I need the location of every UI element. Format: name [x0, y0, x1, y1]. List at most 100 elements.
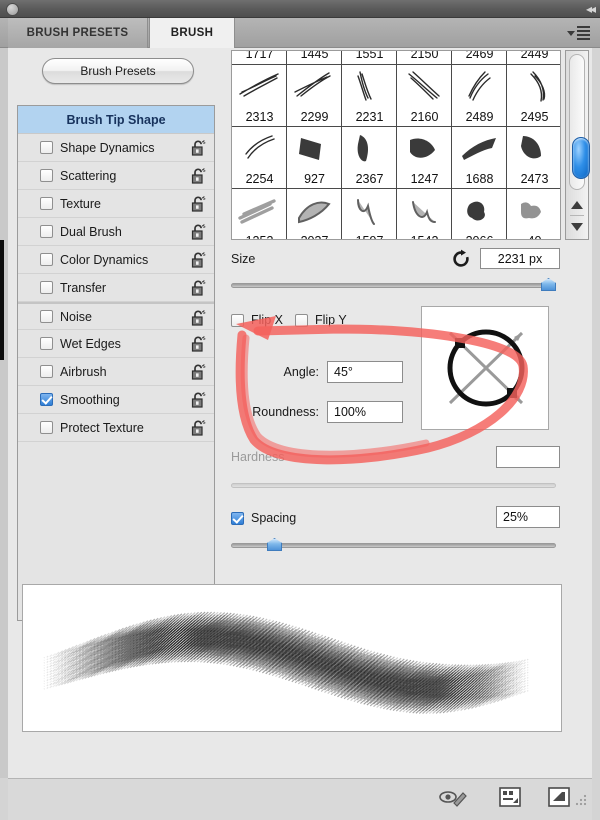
lock-open-icon[interactable] [191, 140, 206, 156]
brush-tip-cell[interactable]: 2469 [452, 51, 507, 65]
lock-open-icon[interactable] [191, 168, 206, 184]
left-panel-edge [0, 18, 8, 778]
scrollbar-thumb[interactable] [572, 137, 590, 179]
brush-tip-cell[interactable]: 1445 [287, 51, 342, 65]
brush-tip-grid[interactable]: 1717 1445 1551 2150 2469 2449 2313 2299 2231 2160… [231, 50, 561, 240]
window-grip-dot [6, 3, 19, 16]
tab-brush-presets[interactable]: BRUSH PRESETS [8, 18, 148, 48]
sidebar-item-transfer[interactable]: Transfer [18, 274, 214, 302]
brush-tip-number: 2495 [520, 110, 549, 124]
sidebar-item-wet-edges[interactable]: Wet Edges [18, 330, 214, 358]
lock-open-icon[interactable] [191, 252, 206, 268]
scroll-down-icon[interactable] [570, 216, 584, 238]
wet-edges-checkbox[interactable] [40, 337, 53, 350]
resize-grip-icon[interactable] [574, 793, 588, 807]
protect-texture-checkbox[interactable] [40, 421, 53, 434]
eye-brush-icon[interactable] [438, 787, 468, 814]
brush-tip-cell[interactable]: 2367 [342, 127, 397, 189]
brush-tip-cell[interactable]: 2449 [507, 51, 560, 65]
airbrush-checkbox[interactable] [40, 365, 53, 378]
dual-brush-checkbox[interactable] [40, 225, 53, 238]
roundness-field[interactable]: 100% [327, 401, 403, 423]
sidebar-item-brush-tip-shape[interactable]: Brush Tip Shape [18, 106, 214, 134]
texture-checkbox[interactable] [40, 197, 53, 210]
brush-tip-cell[interactable]: 2066 [452, 189, 507, 239]
color-dynamics-checkbox[interactable] [40, 253, 53, 266]
lock-open-icon[interactable] [191, 336, 206, 352]
lock-open-icon[interactable] [191, 196, 206, 212]
scattering-checkbox[interactable] [40, 169, 53, 182]
brush-tip-cell[interactable]: 1717 [232, 51, 287, 65]
flip-y-checkbox[interactable]: Flip Y [294, 313, 347, 327]
brush-tip-cell[interactable]: 2299 [287, 65, 342, 127]
brush-tip-cell[interactable]: 1597 [342, 189, 397, 239]
brush-tip-cell[interactable]: 2473 [507, 127, 560, 189]
brush-tip-cell[interactable]: 2313 [232, 65, 287, 127]
new-brush-icon[interactable] [548, 787, 570, 812]
brush-grid-scrollbar[interactable] [565, 50, 590, 240]
spacing-label: Spacing [251, 511, 297, 525]
lock-open-icon[interactable] [191, 224, 206, 240]
noise-checkbox[interactable] [40, 310, 53, 323]
tab-brush[interactable]: BRUSH [149, 18, 235, 48]
size-slider-track[interactable] [231, 283, 556, 288]
roundness-value: 100% [334, 405, 366, 419]
brush-tip-thumbnail [342, 130, 396, 166]
brush-tip-cell[interactable]: 1247 [397, 127, 452, 189]
transfer-checkbox[interactable] [40, 281, 53, 294]
spacing-slider[interactable] [231, 538, 556, 552]
smoothing-checkbox[interactable] [40, 393, 53, 406]
spacing-slider-thumb[interactable] [267, 538, 282, 551]
size-slider[interactable] [231, 278, 556, 292]
brush-tip-cell[interactable]: 2495 [507, 65, 560, 127]
sidebar-item-protect-texture[interactable]: Protect Texture [18, 414, 214, 442]
flip-x-checkbox[interactable]: Flip X [231, 313, 283, 327]
flip-x-checkbox-box[interactable] [231, 313, 244, 327]
size-slider-thumb[interactable] [541, 278, 556, 291]
angle-label: Angle: [283, 365, 319, 379]
sidebar-item-smoothing[interactable]: Smoothing [18, 386, 214, 414]
brush-tip-cell[interactable]: 2231 [342, 65, 397, 127]
reset-icon[interactable] [451, 249, 471, 269]
lock-open-icon[interactable] [191, 310, 206, 326]
brush-tip-cell[interactable]: 1551 [342, 51, 397, 65]
brush-tip-number: 2150 [410, 51, 439, 61]
sidebar-item-noise[interactable]: Noise [18, 302, 214, 330]
angle-preview[interactable] [421, 306, 549, 430]
lock-open-icon[interactable] [191, 364, 206, 380]
sidebar-item-dual-brush[interactable]: Dual Brush [18, 218, 214, 246]
angle-field[interactable]: 45° [327, 361, 403, 383]
brush-tip-cell[interactable]: 1253 [232, 189, 287, 239]
flip-y-checkbox-box[interactable] [294, 313, 308, 327]
brush-presets-button[interactable]: Brush Presets [42, 58, 194, 84]
lock-open-icon[interactable] [191, 420, 206, 436]
brush-preset-panel-icon[interactable] [499, 787, 521, 812]
lock-open-icon[interactable] [191, 280, 206, 296]
brush-tip-cell[interactable]: 1688 [452, 127, 507, 189]
brush-tip-cell[interactable]: 2160 [397, 65, 452, 127]
sidebar-item-shape-dynamics[interactable]: Shape Dynamics [18, 134, 214, 162]
sidebar-item-color-dynamics[interactable]: Color Dynamics [18, 246, 214, 274]
brush-tip-cell[interactable]: 2037 [287, 189, 342, 239]
brush-tip-cell[interactable]: 1542 [397, 189, 452, 239]
collapse-panels-icon[interactable]: ◂◂ [570, 2, 596, 16]
brush-tip-number: 2160 [410, 110, 439, 124]
lock-open-icon[interactable] [191, 392, 206, 408]
shape-dynamics-checkbox[interactable] [40, 141, 53, 154]
size-field[interactable]: 2231 px [480, 248, 560, 269]
brush-tip-cell[interactable]: 927 [287, 127, 342, 189]
sidebar-item-scattering[interactable]: Scattering [18, 162, 214, 190]
brush-tip-cell[interactable]: 40 [507, 189, 560, 239]
panel-menu-icon[interactable] [567, 26, 593, 40]
brush-tip-cell[interactable]: 2489 [452, 65, 507, 127]
brush-tip-cell[interactable]: 2150 [397, 51, 452, 65]
brush-tip-cell[interactable]: 2254 [232, 127, 287, 189]
spacing-field[interactable]: 25% [496, 506, 560, 528]
scrollbar-track[interactable] [569, 54, 590, 190]
scroll-up-icon[interactable] [570, 194, 584, 216]
spacing-checkbox[interactable] [231, 511, 244, 525]
sidebar-item-texture[interactable]: Texture [18, 190, 214, 218]
brush-tip-number: 1445 [300, 51, 329, 61]
brush-tip-thumbnail [507, 192, 560, 228]
sidebar-item-airbrush[interactable]: Airbrush [18, 358, 214, 386]
